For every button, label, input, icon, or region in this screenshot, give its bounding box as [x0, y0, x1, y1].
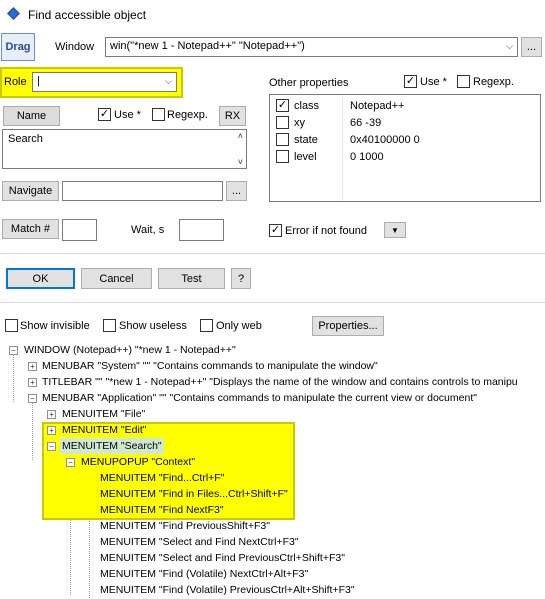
object-tree[interactable]: − WINDOW (Notepad++) "*new 1 - Notepad++…: [0, 340, 545, 599]
name-tab[interactable]: Name: [3, 106, 60, 126]
prop-checkbox[interactable]: [276, 133, 289, 146]
tree-item-volatile-previous[interactable]: MENUITEM "Find (Volatile) PreviousCtrl+A…: [100, 582, 355, 598]
diamond-icon: [7, 7, 20, 20]
role-label: Role: [4, 76, 27, 88]
other-use-label: Use *: [420, 76, 447, 88]
role-combo[interactable]: | ⌵: [32, 72, 177, 92]
prop-checkbox[interactable]: ✓: [276, 99, 289, 112]
window-label: Window: [55, 41, 95, 53]
scroll-up-icon[interactable]: ˄: [238, 131, 243, 141]
caret-down-icon: ▼: [391, 225, 399, 235]
tree-item-find-previous[interactable]: MENUITEM "Find PreviousShift+F3": [100, 518, 270, 534]
expand-icon[interactable]: +: [28, 378, 37, 387]
name-use-checkbox[interactable]: ✓: [98, 108, 111, 121]
navigate-browse-button[interactable]: ...: [226, 181, 247, 201]
window-browse-button[interactable]: ...: [521, 37, 542, 57]
expand-icon[interactable]: +: [47, 410, 56, 419]
tree-item-volatile-next[interactable]: MENUITEM "Find (Volatile) NextCtrl+Alt+F…: [100, 566, 308, 582]
ok-button[interactable]: OK: [6, 268, 75, 289]
error-checkbox[interactable]: ✓: [269, 224, 282, 237]
window-combo[interactable]: win("*new 1 - Notepad++" "Notepad++") ⌵: [105, 37, 518, 57]
other-regexp-checkbox[interactable]: [457, 75, 470, 88]
help-button[interactable]: ?: [231, 268, 251, 289]
prop-value[interactable]: 0x40100000 0: [350, 134, 420, 146]
prop-checkbox[interactable]: [276, 150, 289, 163]
match-button[interactable]: Match #: [2, 219, 59, 239]
tree-item-menupopup[interactable]: MENUPOPUP "Context": [81, 454, 195, 470]
other-regexp-label: Regexp.: [473, 76, 514, 88]
title-bar: Find accessible object: [0, 0, 545, 30]
tree-item-select-find-previous[interactable]: MENUITEM "Select and Find PreviousCtrl+S…: [100, 550, 345, 566]
show-useless-checkbox[interactable]: [103, 319, 116, 332]
test-button[interactable]: Test: [158, 268, 225, 289]
name-use-label: Use *: [114, 109, 141, 121]
prop-name: class: [294, 100, 320, 112]
role-value: |: [37, 75, 40, 87]
prop-checkbox[interactable]: [276, 116, 289, 129]
prop-value[interactable]: 66 -39: [350, 117, 381, 129]
prop-value[interactable]: 0 1000: [350, 151, 384, 163]
prop-row[interactable]: ✓ class Notepad++: [270, 97, 540, 114]
window-value: win("*new 1 - Notepad++" "Notepad++"): [110, 40, 305, 52]
other-properties-grid[interactable]: ✓ class Notepad++ xy 66 -39 state 0x4010…: [269, 94, 541, 202]
navigate-button[interactable]: Navigate: [2, 181, 59, 201]
prop-row[interactable]: state 0x40100000 0: [270, 131, 540, 148]
tree-item-window[interactable]: WINDOW (Notepad++) "*new 1 - Notepad++": [24, 342, 236, 358]
navigate-input[interactable]: [62, 181, 223, 201]
tree-item-file[interactable]: MENUITEM "File": [62, 406, 145, 422]
show-invisible-label: Show invisible: [20, 320, 90, 332]
name-value: Search: [8, 133, 43, 145]
tree-connector: [32, 400, 33, 460]
chevron-down-icon[interactable]: ⌵: [165, 76, 172, 87]
tree-item-search[interactable]: MENUITEM "Search": [60, 438, 164, 454]
name-regexp-label: Regexp.: [167, 109, 208, 121]
error-label: Error if not found: [285, 225, 367, 237]
show-invisible-checkbox[interactable]: [5, 319, 18, 332]
tree-item-edit[interactable]: MENUITEM "Edit": [62, 422, 146, 438]
tree-item-find[interactable]: MENUITEM "Find...Ctrl+F": [100, 470, 224, 486]
tree-item-select-find-next[interactable]: MENUITEM "Select and Find NextCtrl+F3": [100, 534, 299, 550]
chevron-down-icon[interactable]: ⌵: [506, 41, 513, 52]
only-web-label: Only web: [216, 320, 262, 332]
properties-button[interactable]: Properties...: [312, 316, 384, 336]
expand-icon[interactable]: +: [47, 426, 56, 435]
tree-item-titlebar[interactable]: TITLEBAR "" "*new 1 - Notepad++" "Displa…: [42, 374, 518, 390]
prop-row[interactable]: xy 66 -39: [270, 114, 540, 131]
separator: [0, 253, 545, 254]
name-textarea[interactable]: Search ˄ ˅: [2, 129, 247, 169]
collapse-icon[interactable]: −: [9, 346, 18, 355]
tree-connector: [13, 352, 14, 402]
tree-item-menubar-application[interactable]: MENUBAR "Application" "" "Contains comma…: [42, 390, 477, 406]
window-title: Find accessible object: [28, 8, 147, 22]
expand-icon[interactable]: +: [28, 362, 37, 371]
collapse-icon[interactable]: −: [28, 394, 37, 403]
rx-button[interactable]: RX: [219, 106, 246, 126]
collapse-icon[interactable]: −: [47, 442, 56, 451]
name-regexp-checkbox[interactable]: [152, 108, 165, 121]
prop-name: state: [294, 134, 318, 146]
only-web-checkbox[interactable]: [200, 319, 213, 332]
prop-value[interactable]: Notepad++: [350, 100, 404, 112]
collapse-icon[interactable]: −: [66, 458, 75, 467]
prop-name: level: [294, 151, 317, 163]
cancel-button[interactable]: Cancel: [81, 268, 152, 289]
wait-input[interactable]: [179, 219, 224, 241]
match-input[interactable]: [62, 219, 97, 241]
wait-label: Wait, s: [131, 224, 165, 236]
prop-row[interactable]: level 0 1000: [270, 148, 540, 165]
drag-button[interactable]: Drag: [1, 33, 35, 61]
other-use-checkbox[interactable]: ✓: [404, 75, 417, 88]
prop-name: xy: [294, 117, 305, 129]
tree-item-find-in-files[interactable]: MENUITEM "Find in Files...Ctrl+Shift+F": [100, 486, 288, 502]
error-dropdown-button[interactable]: ▼: [384, 222, 406, 238]
tree-item-menubar-system[interactable]: MENUBAR "System" "" "Contains commands t…: [42, 358, 378, 374]
show-useless-label: Show useless: [119, 320, 187, 332]
scroll-down-icon[interactable]: ˅: [238, 157, 243, 167]
other-properties-title: Other properties: [269, 77, 349, 89]
separator: [0, 302, 545, 303]
tree-item-find-next[interactable]: MENUITEM "Find NextF3": [100, 502, 224, 518]
